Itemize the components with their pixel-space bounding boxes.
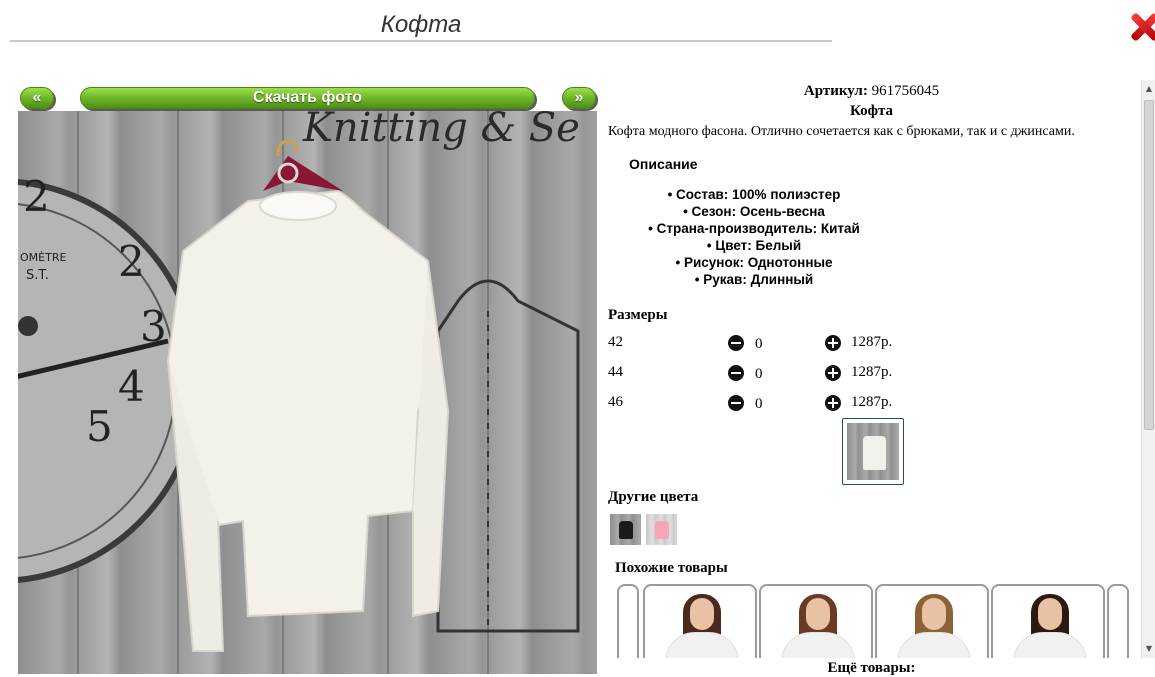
size-price: 1287р. xyxy=(851,334,893,350)
plus-circle-icon[interactable] xyxy=(825,365,841,381)
selected-photo-thumbnail[interactable] xyxy=(842,418,904,485)
size-price: 1287р. xyxy=(851,364,893,380)
size-row: 42 1287р. xyxy=(608,334,908,354)
size-value: 44 xyxy=(608,364,623,380)
attribute-item: Цвет: Белый xyxy=(604,237,904,254)
next-photo-button[interactable]: » xyxy=(562,87,596,109)
attribute-item: Рукав: Длинный xyxy=(604,271,904,288)
article-line: Артикул: 961756045 xyxy=(604,83,1139,100)
prev-photo-button[interactable]: « xyxy=(20,87,54,109)
scrollbar[interactable]: ▲ ▼ xyxy=(1141,80,1155,658)
similar-product-card[interactable] xyxy=(643,584,757,658)
product-description: Кофта модного фасона. Отлично сочетается… xyxy=(608,124,1075,139)
other-colors-heading: Другие цвета xyxy=(608,489,699,505)
similar-product-card[interactable] xyxy=(759,584,873,658)
swatch-image xyxy=(646,514,677,545)
article-value: 961756045 xyxy=(871,83,940,99)
plus-circle-icon[interactable] xyxy=(825,395,841,411)
size-price: 1287р. xyxy=(851,394,893,410)
product-photo: 2 2 3 4 5 OMÈTRE S.T. Knitting & Se xyxy=(18,111,597,674)
clock-number: 5 xyxy=(86,402,113,451)
attributes-list: Состав: 100% полиэстер Сезон: Осень-весн… xyxy=(604,186,904,288)
attribute-item: Состав: 100% полиэстер xyxy=(604,186,904,203)
attribute-item: Страна-производитель: Китай xyxy=(604,220,904,237)
scrollbar-thumb[interactable] xyxy=(1144,100,1154,430)
description-heading: Описание xyxy=(629,156,698,172)
clock-brand-text: OMÈTRE xyxy=(20,251,66,264)
sizes-heading: Размеры xyxy=(608,307,668,323)
minus-circle-icon[interactable] xyxy=(728,395,744,411)
similar-product-card[interactable] xyxy=(991,584,1105,658)
size-value: 42 xyxy=(608,334,623,350)
clock-number: 3 xyxy=(140,302,167,351)
more-products-label[interactable]: Ещё товары: xyxy=(604,660,1139,677)
minus-circle-icon[interactable] xyxy=(728,365,744,381)
product-photo-drawing: 2 2 3 4 5 OMÈTRE S.T. Knitting & Se xyxy=(18,111,580,674)
similar-product-card[interactable] xyxy=(875,584,989,658)
close-icon[interactable] xyxy=(1131,12,1155,42)
clock-number: 2 xyxy=(118,237,145,286)
attribute-item: Сезон: Осень-весна xyxy=(604,203,904,220)
minus-circle-icon[interactable] xyxy=(728,335,744,351)
size-row: 46 1287р. xyxy=(608,394,908,414)
color-swatch-black[interactable] xyxy=(610,514,641,545)
clock-brand-text: S.T. xyxy=(26,268,49,283)
clock-number: 2 xyxy=(23,172,50,221)
page-title: Кофта xyxy=(10,8,832,42)
quantity-field[interactable] xyxy=(755,334,785,354)
article-label: Артикул: xyxy=(803,83,868,99)
size-value: 46 xyxy=(608,394,623,410)
plus-circle-icon[interactable] xyxy=(825,335,841,351)
dress-form-sketch xyxy=(436,279,580,633)
swatch-image xyxy=(610,514,641,545)
carousel-next-card[interactable] xyxy=(1107,584,1129,658)
clock-number: 4 xyxy=(118,362,145,411)
scroll-down-icon[interactable]: ▼ xyxy=(1142,642,1155,656)
scroll-up-icon[interactable]: ▲ xyxy=(1142,82,1155,96)
hanger xyxy=(263,156,343,191)
quantity-field[interactable] xyxy=(755,364,785,384)
similar-products-heading: Похожие товары xyxy=(615,560,728,576)
carousel-prev-card[interactable] xyxy=(617,584,639,658)
attribute-item: Рисунок: Однотонные xyxy=(604,254,904,271)
color-swatch-pink[interactable] xyxy=(646,514,677,545)
thumbnail-image xyxy=(847,423,899,480)
product-info-panel: Артикул: 961756045 Кофта Кофта модного ф… xyxy=(604,80,1139,677)
download-photo-button[interactable]: Скачать фото xyxy=(80,87,535,109)
quantity-field[interactable] xyxy=(755,394,785,414)
similar-products-carousel xyxy=(617,583,1130,658)
product-name: Кофта xyxy=(849,103,894,119)
size-row: 44 1287р. xyxy=(608,364,908,384)
wall-sign-text: Knitting & Se xyxy=(302,111,580,151)
